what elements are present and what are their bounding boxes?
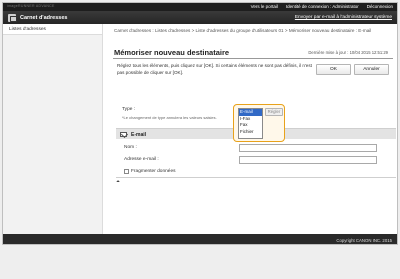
copyright-text: Copyright CANON INC. 2015 <box>336 237 392 243</box>
logout-link[interactable]: Déconnexion <box>367 4 393 9</box>
portal-link[interactable]: Vers le portail <box>251 4 278 9</box>
email-section-title: E-mail <box>131 131 147 138</box>
email-address-input[interactable] <box>239 156 377 164</box>
instructions-text: Réglez tous les éléments, puis cliquez s… <box>117 63 312 75</box>
sidebar-item-address-lists[interactable]: Listes d'adresses <box>3 24 102 35</box>
cancel-button[interactable]: Annuler <box>354 64 389 75</box>
mail-icon <box>120 132 127 137</box>
page-title: Mémoriser nouveau destinataire <box>114 48 230 57</box>
footer: Copyright CANON INC. 2015 <box>3 234 397 244</box>
breadcrumb: Carnet d'adresses : Listes d'adresses > … <box>114 28 372 33</box>
form-bottom-divider <box>116 177 396 178</box>
name-label: Nom : <box>124 145 137 150</box>
device-name: imageRUNNER ADVANCE <box>7 4 55 8</box>
type-highlight-callout: E-mail I-Fax Fax Fichier Régler <box>233 104 285 142</box>
login-id-text: Identité de connexion : Administrator <box>285 4 359 9</box>
name-input[interactable] <box>239 144 377 152</box>
ok-button[interactable]: OK <box>316 64 351 75</box>
back-to-top-icon[interactable]: ⏶ <box>116 179 120 185</box>
type-change-note: *Le changement de type annulera les vale… <box>122 115 217 120</box>
email-address-label: Adresse e-mail : <box>124 157 159 162</box>
type-select-list[interactable]: E-mail I-Fax Fax Fichier <box>238 108 263 139</box>
app-header: Carnet d'adresses Envoyer par e-mail à l… <box>3 11 397 24</box>
email-admin-link[interactable]: Envoyer par e-mail à l'administrateur sy… <box>295 15 392 20</box>
app-title: Carnet d'adresses <box>20 14 68 21</box>
fragment-data-label: Fragmenter données <box>131 168 176 174</box>
address-book-icon <box>8 13 17 22</box>
top-bar: imageRUNNER ADVANCE Vers le portail Iden… <box>3 3 397 11</box>
top-links: Vers le portail Identité de connexion : … <box>251 4 393 9</box>
type-apply-button[interactable]: Régler <box>265 108 283 116</box>
main-content: Carnet d'adresses : Listes d'adresses > … <box>109 24 396 234</box>
browser-window: imageRUNNER ADVANCE Vers le portail Iden… <box>2 2 398 245</box>
type-option-file[interactable]: Fichier <box>239 129 262 136</box>
type-label: Type : <box>122 107 136 112</box>
title-divider <box>113 58 393 59</box>
fragment-data-checkbox[interactable] <box>124 169 129 174</box>
sidebar: Listes d'adresses <box>3 24 103 234</box>
last-update-text: Dernière mise à jour : 10/04 2015 12:51:… <box>308 50 388 55</box>
